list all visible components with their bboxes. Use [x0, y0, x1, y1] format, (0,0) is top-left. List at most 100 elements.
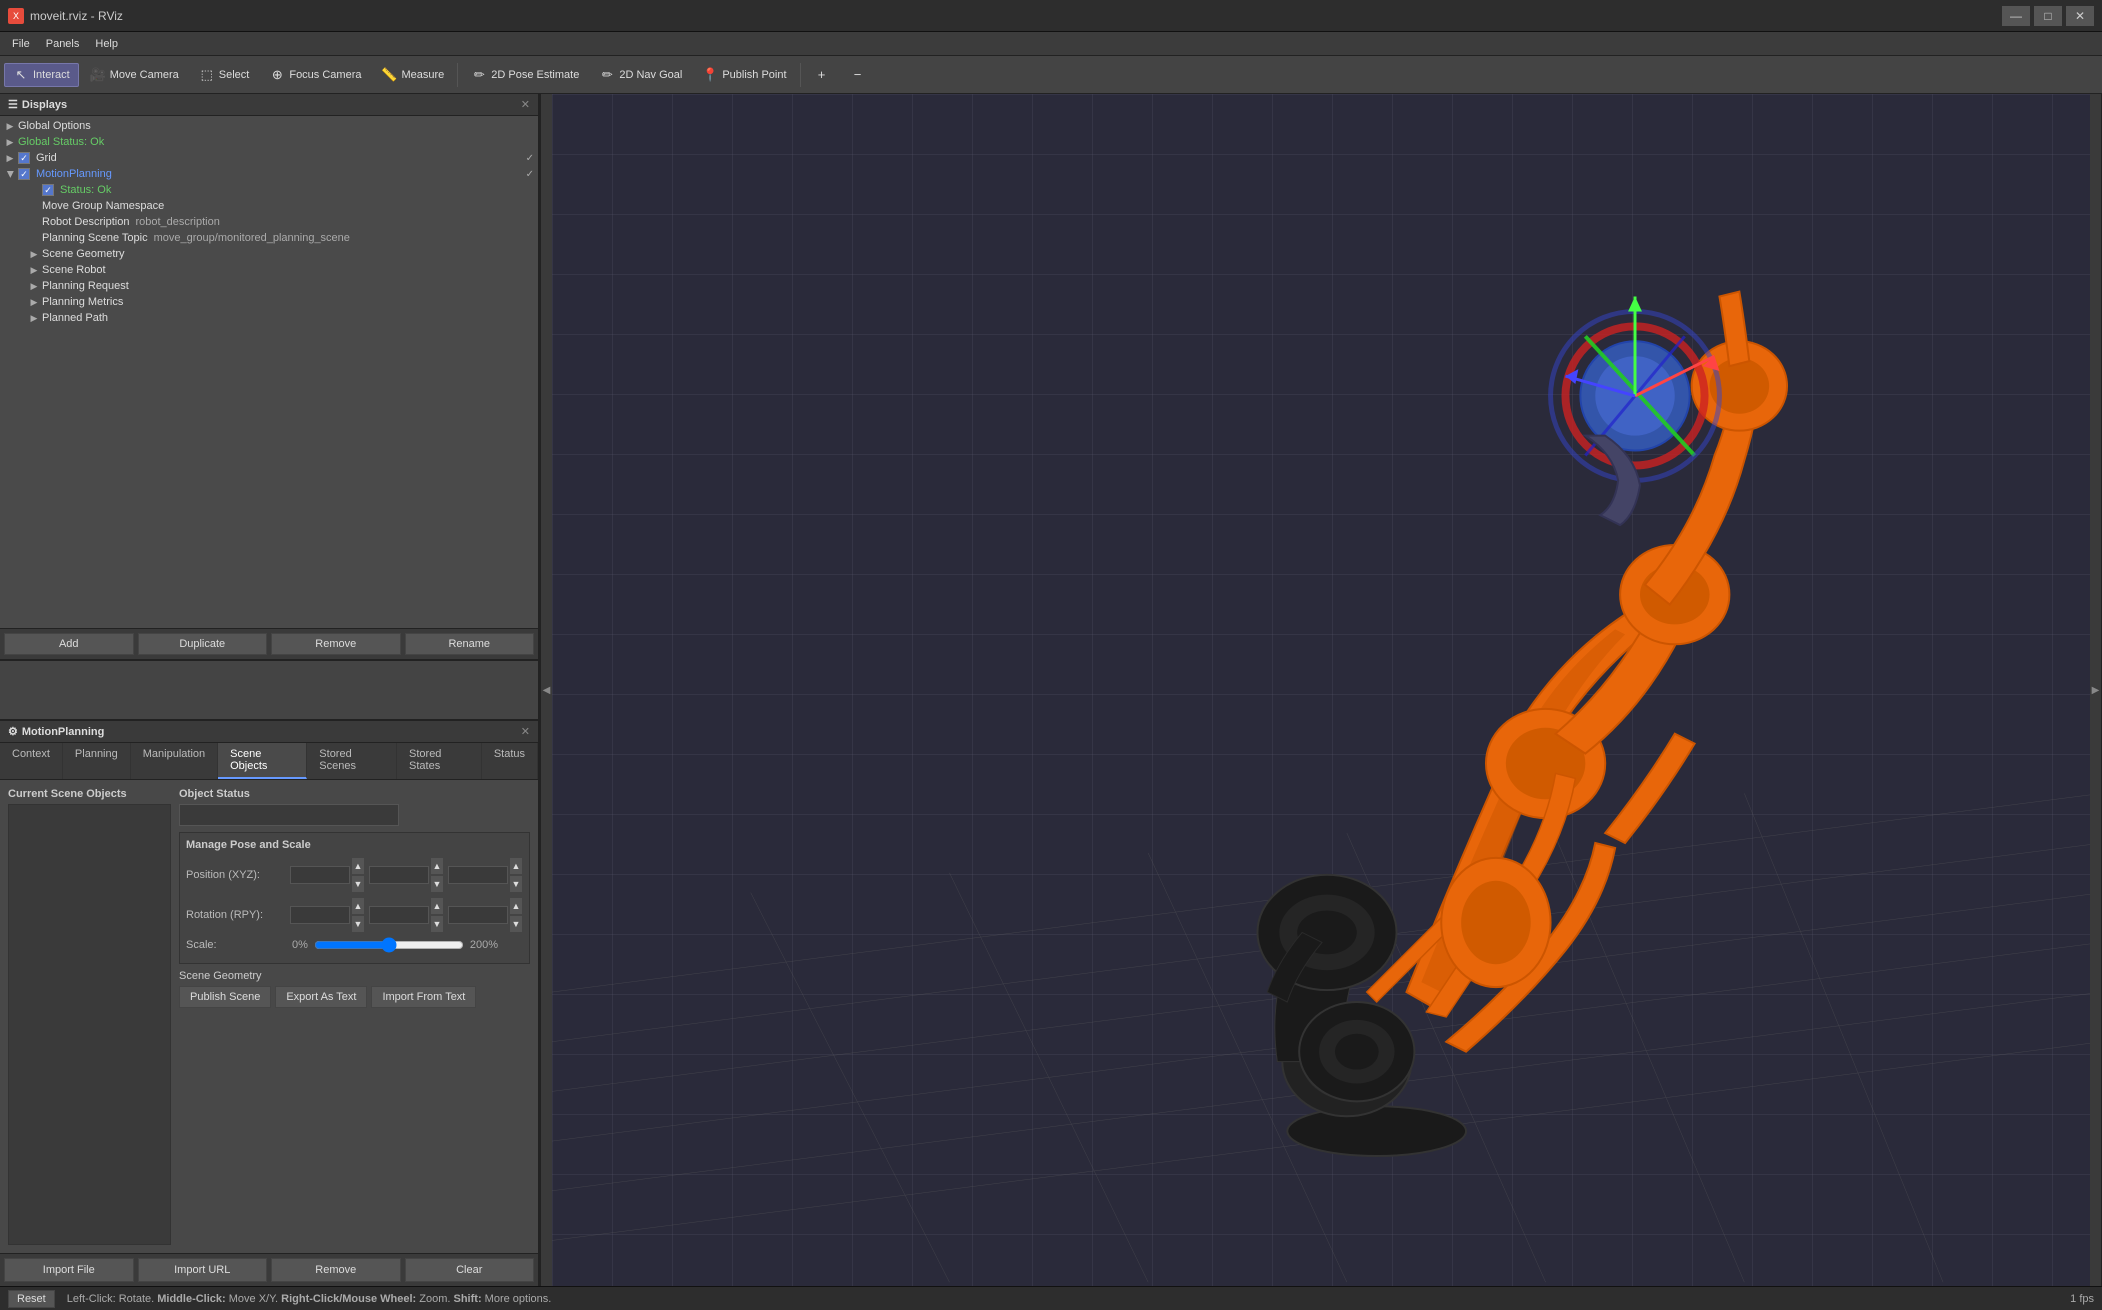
status-checkbox[interactable] [42, 184, 54, 196]
rot-r-up[interactable]: ▲ [351, 897, 365, 915]
scene-objects-right-panel: Object Status Manage Pose and Scale Posi… [179, 788, 530, 1245]
tab-manipulation[interactable]: Manipulation [131, 743, 218, 779]
expand-planning-req[interactable] [28, 280, 40, 292]
display-item-planning-metrics[interactable]: Planning Metrics [0, 294, 538, 310]
move-camera-icon: 🎥 [90, 67, 106, 83]
expand-planned-path[interactable] [28, 312, 40, 324]
interact-icon: ↖ [13, 67, 29, 83]
move-camera-button[interactable]: 🎥 Move Camera [81, 63, 188, 87]
tab-stored-scenes[interactable]: Stored Scenes [307, 743, 397, 779]
expand-global-options[interactable] [4, 120, 16, 132]
tab-context[interactable]: Context [0, 743, 63, 779]
rename-display-button[interactable]: Rename [405, 633, 535, 655]
rotation-y-input[interactable]: 0.00 [448, 906, 508, 924]
publish-scene-button[interactable]: Publish Scene [179, 986, 271, 1008]
display-item-global-status[interactable]: Global Status: Ok [0, 134, 538, 150]
move-camera-label: Move Camera [110, 69, 179, 81]
remove-display-button[interactable]: Remove [271, 633, 401, 655]
tab-status[interactable]: Status [482, 743, 538, 779]
pos-z-up[interactable]: ▲ [509, 857, 523, 875]
focus-camera-button[interactable]: ⊕ Focus Camera [260, 63, 370, 87]
rot-y-up[interactable]: ▲ [509, 897, 523, 915]
close-button[interactable]: ✕ [2066, 6, 2094, 26]
position-x-spinner: 0.00 ▲ ▼ [290, 857, 365, 893]
3d-viewport[interactable]: ▶ [552, 94, 2102, 1286]
select-icon: ⬚ [199, 67, 215, 83]
menu-file[interactable]: File [4, 36, 38, 52]
display-item-move-group-ns: Move Group Namespace [0, 198, 538, 214]
pos-z-down[interactable]: ▼ [509, 875, 523, 893]
menu-help[interactable]: Help [87, 36, 126, 52]
tab-stored-states[interactable]: Stored States [397, 743, 482, 779]
tab-planning[interactable]: Planning [63, 743, 131, 779]
import-url-button[interactable]: Import URL [138, 1258, 268, 1282]
select-label: Select [219, 69, 250, 81]
publish-point-button[interactable]: 📍 Publish Point [693, 63, 795, 87]
pos-x-up[interactable]: ▲ [351, 857, 365, 875]
expand-grid[interactable] [4, 152, 16, 164]
display-item-scene-robot[interactable]: Scene Robot [0, 262, 538, 278]
rotation-r-input[interactable]: 0.00 [290, 906, 350, 924]
reset-button[interactable]: Reset [8, 1290, 55, 1308]
grid-checkbox[interactable] [18, 152, 30, 164]
rot-y-down[interactable]: ▼ [509, 915, 523, 933]
rotation-p-input[interactable]: 0.00 [369, 906, 429, 924]
display-item-grid[interactable]: Grid ✓ [0, 150, 538, 166]
import-file-button[interactable]: Import File [4, 1258, 134, 1282]
nav-goal-icon: ✏ [599, 67, 615, 83]
rot-r-down[interactable]: ▼ [351, 915, 365, 933]
position-y-spinner: 0.00 ▲ ▼ [369, 857, 444, 893]
displays-section: ☰ Displays ✕ Global Options [0, 94, 538, 661]
robot-desc-value: robot_description [135, 216, 219, 228]
manage-pose-group: Manage Pose and Scale Position (XYZ): 0.… [179, 832, 530, 964]
clear-button[interactable]: Clear [405, 1258, 535, 1282]
current-scene-objects-panel: Current Scene Objects [8, 788, 171, 1245]
expand-scene-geo[interactable] [28, 248, 40, 260]
interact-button[interactable]: ↖ Interact [4, 63, 79, 87]
toolbar-minus-button[interactable]: − [841, 63, 875, 87]
pos-y-down[interactable]: ▼ [430, 875, 444, 893]
export-as-text-button[interactable]: Export As Text [275, 986, 367, 1008]
right-panel-collapse[interactable]: ▶ [2090, 94, 2102, 1286]
scale-row: Scale: 0% 200% [186, 937, 523, 953]
expand-planning-metrics[interactable] [28, 296, 40, 308]
toolbar: ↖ Interact 🎥 Move Camera ⬚ Select ⊕ Focu… [0, 56, 2102, 94]
minimize-button[interactable]: — [2002, 6, 2030, 26]
hint-left-click: Left-Click: Rotate. [67, 1293, 157, 1305]
toolbar-plus-button[interactable]: + [805, 63, 839, 87]
measure-button[interactable]: 📏 Measure [372, 63, 453, 87]
display-item-motion-planning[interactable]: MotionPlanning ✓ [0, 166, 538, 182]
position-z-input[interactable]: 0.00 [448, 866, 508, 884]
display-item-scene-geo[interactable]: Scene Geometry [0, 246, 538, 262]
add-display-button[interactable]: Add [4, 633, 134, 655]
expand-motion-planning[interactable] [4, 168, 16, 180]
pos-x-down[interactable]: ▼ [351, 875, 365, 893]
position-x-input[interactable]: 0.00 [290, 866, 350, 884]
remove-object-button[interactable]: Remove [271, 1258, 401, 1282]
nav-goal-button[interactable]: ✏ 2D Nav Goal [590, 63, 691, 87]
display-item-robot-desc: Robot Description robot_description [0, 214, 538, 230]
display-item-planning-req[interactable]: Planning Request [0, 278, 538, 294]
expand-global-status[interactable] [4, 136, 16, 148]
pose-estimate-button[interactable]: ✏ 2D Pose Estimate [462, 63, 588, 87]
position-y-input[interactable]: 0.00 [369, 866, 429, 884]
display-item-global-options[interactable]: Global Options [0, 118, 538, 134]
rot-p-down[interactable]: ▼ [430, 915, 444, 933]
scale-slider[interactable] [314, 937, 464, 953]
tab-scene-objects[interactable]: Scene Objects [218, 743, 307, 779]
select-button[interactable]: ⬚ Select [190, 63, 259, 87]
scene-objects-content: Current Scene Objects Object Status [0, 780, 538, 1253]
robot-end-effector [1551, 297, 1720, 526]
object-status-input[interactable] [179, 804, 399, 826]
panel-collapse-handle[interactable]: ◀ [540, 94, 552, 1286]
duplicate-display-button[interactable]: Duplicate [138, 633, 268, 655]
maximize-button[interactable]: □ [2034, 6, 2062, 26]
pos-y-up[interactable]: ▲ [430, 857, 444, 875]
titlebar-left: X moveit.rviz - RViz [8, 8, 123, 24]
menu-panels[interactable]: Panels [38, 36, 88, 52]
display-item-planned-path[interactable]: Planned Path [0, 310, 538, 326]
motion-planning-checkbox[interactable] [18, 168, 30, 180]
rot-p-up[interactable]: ▲ [430, 897, 444, 915]
expand-scene-robot[interactable] [28, 264, 40, 276]
import-from-text-button[interactable]: Import From Text [371, 986, 476, 1008]
